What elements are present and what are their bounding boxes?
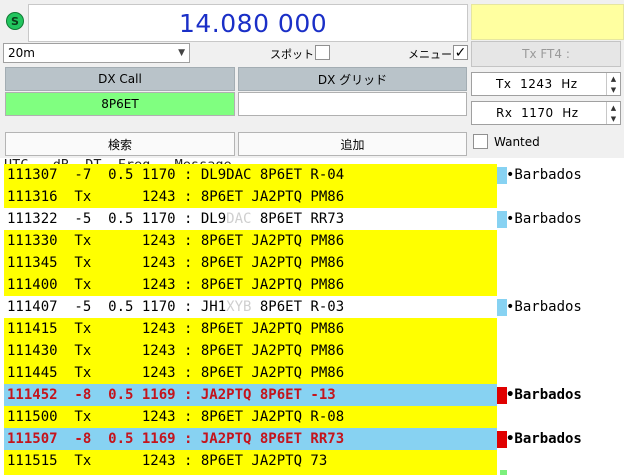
wanted-checkbox[interactable] xyxy=(473,134,488,149)
checkmark-icon: ✓ xyxy=(454,44,467,61)
decode-row[interactable]: 111345 Tx 1243 : 8P6ET JA2PTQ PM86 xyxy=(0,252,624,274)
decode-row[interactable]: 111316 Tx 1243 : 8P6ET JA2PTQ PM86 xyxy=(0,186,624,208)
country-label: •Barbados xyxy=(506,387,582,403)
tx-mode-button[interactable]: Tx FT4 : xyxy=(471,41,621,67)
decode-row[interactable]: 111507 -8 0.5 1169 : JA2PTQ 8P6ET RR73 •B… xyxy=(0,428,624,450)
arrow-down-icon[interactable]: ▼ xyxy=(611,115,616,123)
decode-row-text: 111452 -8 0.5 1169 : JA2PTQ 8P6ET -13 xyxy=(7,387,336,403)
rx-offset-arrows[interactable]: ▲ ▼ xyxy=(606,102,620,124)
tx-offset-arrows[interactable]: ▲ ▼ xyxy=(606,73,620,95)
decode-row-text: 111400 Tx 1243 : 8P6ET JA2PTQ PM86 xyxy=(7,277,345,293)
decode-row-text: 111415 Tx 1243 : 8P6ET JA2PTQ PM86 xyxy=(7,321,345,337)
redacted-callsign: DAC xyxy=(226,211,252,227)
tx-offset-value: Tx 1243 Hz xyxy=(472,77,606,91)
decode-row-text: 111316 Tx 1243 : 8P6ET JA2PTQ PM86 xyxy=(7,189,345,205)
decode-row-text: 111515 Tx 1243 : 8P6ET JA2PTQ 73 xyxy=(7,453,328,469)
decode-row-text: 111322 -5 0.5 1170 : DL9DAC 8P6ET RR73 xyxy=(7,211,345,227)
decode-row-text: 111445 Tx 1243 : 8P6ET JA2PTQ PM86 xyxy=(7,365,345,381)
decode-row[interactable]: 111330 Tx 1243 : 8P6ET JA2PTQ PM86 xyxy=(0,230,624,252)
rx-offset-spinbox[interactable]: Rx 1170 Hz ▲ ▼ xyxy=(471,101,621,125)
add-button[interactable]: 追加 xyxy=(238,132,467,156)
decode-row[interactable]: 111307 -7 0.5 1170 : DL9DAC 8P6ET R-04 •B… xyxy=(0,164,624,186)
arrow-up-icon[interactable]: ▲ xyxy=(611,104,616,112)
decode-row[interactable]: 111407 -5 0.5 1170 : JH1XYB 8P6ET R-03 •B… xyxy=(0,296,624,318)
status-message-area xyxy=(471,4,624,40)
decode-row-text: 111430 Tx 1243 : 8P6ET JA2PTQ PM86 xyxy=(7,343,345,359)
rx-offset-unit: Hz xyxy=(562,106,579,120)
decode-row[interactable]: 111430 Tx 1243 : 8P6ET JA2PTQ PM86 xyxy=(0,340,624,362)
country-label: •Barbados xyxy=(506,431,582,447)
decode-row[interactable]: 111322 -5 0.5 1170 : DL9DAC 8P6ET RR73 •B… xyxy=(0,208,624,230)
dx-grid-header: DX グリッド xyxy=(238,67,467,91)
menu-label: メニュー xyxy=(408,48,452,61)
control-panel: S 14.080 000 20m ▼ スポット メニュー ✓ Tx FT4 : … xyxy=(0,0,624,158)
band-select[interactable]: 20m ▼ xyxy=(3,43,190,63)
spot-checkbox[interactable] xyxy=(315,45,330,60)
decode-rows: 111307 -7 0.5 1170 : DL9DAC 8P6ET R-04 •B… xyxy=(0,164,624,472)
decode-row[interactable]: 111452 -8 0.5 1169 : JA2PTQ 8P6ET -13 •Ba… xyxy=(0,384,624,406)
search-button[interactable]: 検索 xyxy=(5,132,235,156)
frequency-value: 14.080 000 xyxy=(179,9,328,38)
menu-checkbox[interactable]: ✓ xyxy=(453,45,468,60)
decode-row[interactable]: 111415 Tx 1243 : 8P6ET JA2PTQ PM86 xyxy=(0,318,624,340)
next-row-fragment xyxy=(4,469,497,475)
decode-row[interactable]: 111445 Tx 1243 : 8P6ET JA2PTQ PM86 xyxy=(0,362,624,384)
arrow-down-icon[interactable]: ▼ xyxy=(611,86,616,94)
chevron-down-icon: ▼ xyxy=(178,48,185,58)
arrow-up-icon[interactable]: ▲ xyxy=(611,75,616,83)
frequency-display[interactable]: 14.080 000 xyxy=(28,4,468,42)
dx-grid-input[interactable] xyxy=(238,92,467,116)
decode-row-text: 111500 Tx 1243 : 8P6ET JA2PTQ R-08 xyxy=(7,409,345,425)
tx-offset-number: 1243 xyxy=(520,77,553,91)
spot-label: スポット xyxy=(270,48,314,61)
wanted-label: Wanted xyxy=(494,135,540,149)
country-label: •Barbados xyxy=(506,167,582,183)
country-label: •Barbados xyxy=(506,211,582,227)
rx-offset-value: Rx 1170 Hz xyxy=(472,106,606,120)
tx-offset-label: Tx xyxy=(496,77,512,91)
rx-offset-number: 1170 xyxy=(521,106,554,120)
decode-row-text: 111307 -7 0.5 1170 : DL9DAC 8P6ET R-04 xyxy=(7,167,345,183)
decode-row-text: 111507 -8 0.5 1169 : JA2PTQ 8P6ET RR73 xyxy=(7,431,345,447)
next-row-marker xyxy=(500,470,507,475)
dx-call-header: DX Call xyxy=(5,67,235,91)
country-label: •Barbados xyxy=(506,299,582,315)
decode-row[interactable]: 111400 Tx 1243 : 8P6ET JA2PTQ PM86 xyxy=(0,274,624,296)
decode-row-text: 111407 -5 0.5 1170 : JH1XYB 8P6ET R-03 xyxy=(7,299,345,315)
decode-list[interactable]: UTC dB DT Freq Message 111307 -7 0.5 117… xyxy=(0,158,624,475)
tx-offset-unit: Hz xyxy=(561,77,578,91)
decode-row-text: 111330 Tx 1243 : 8P6ET JA2PTQ PM86 xyxy=(7,233,345,249)
dx-call-input[interactable]: 8P6ET xyxy=(5,92,235,116)
decode-row-text: 111345 Tx 1243 : 8P6ET JA2PTQ PM86 xyxy=(7,255,345,271)
redacted-callsign: XYB xyxy=(226,299,252,315)
band-value: 20m xyxy=(8,46,35,60)
tx-offset-spinbox[interactable]: Tx 1243 Hz ▲ ▼ xyxy=(471,72,621,96)
rx-offset-label: Rx xyxy=(496,106,513,120)
decode-row[interactable]: 111500 Tx 1243 : 8P6ET JA2PTQ R-08 xyxy=(0,406,624,428)
status-indicator-icon[interactable]: S xyxy=(6,12,24,30)
